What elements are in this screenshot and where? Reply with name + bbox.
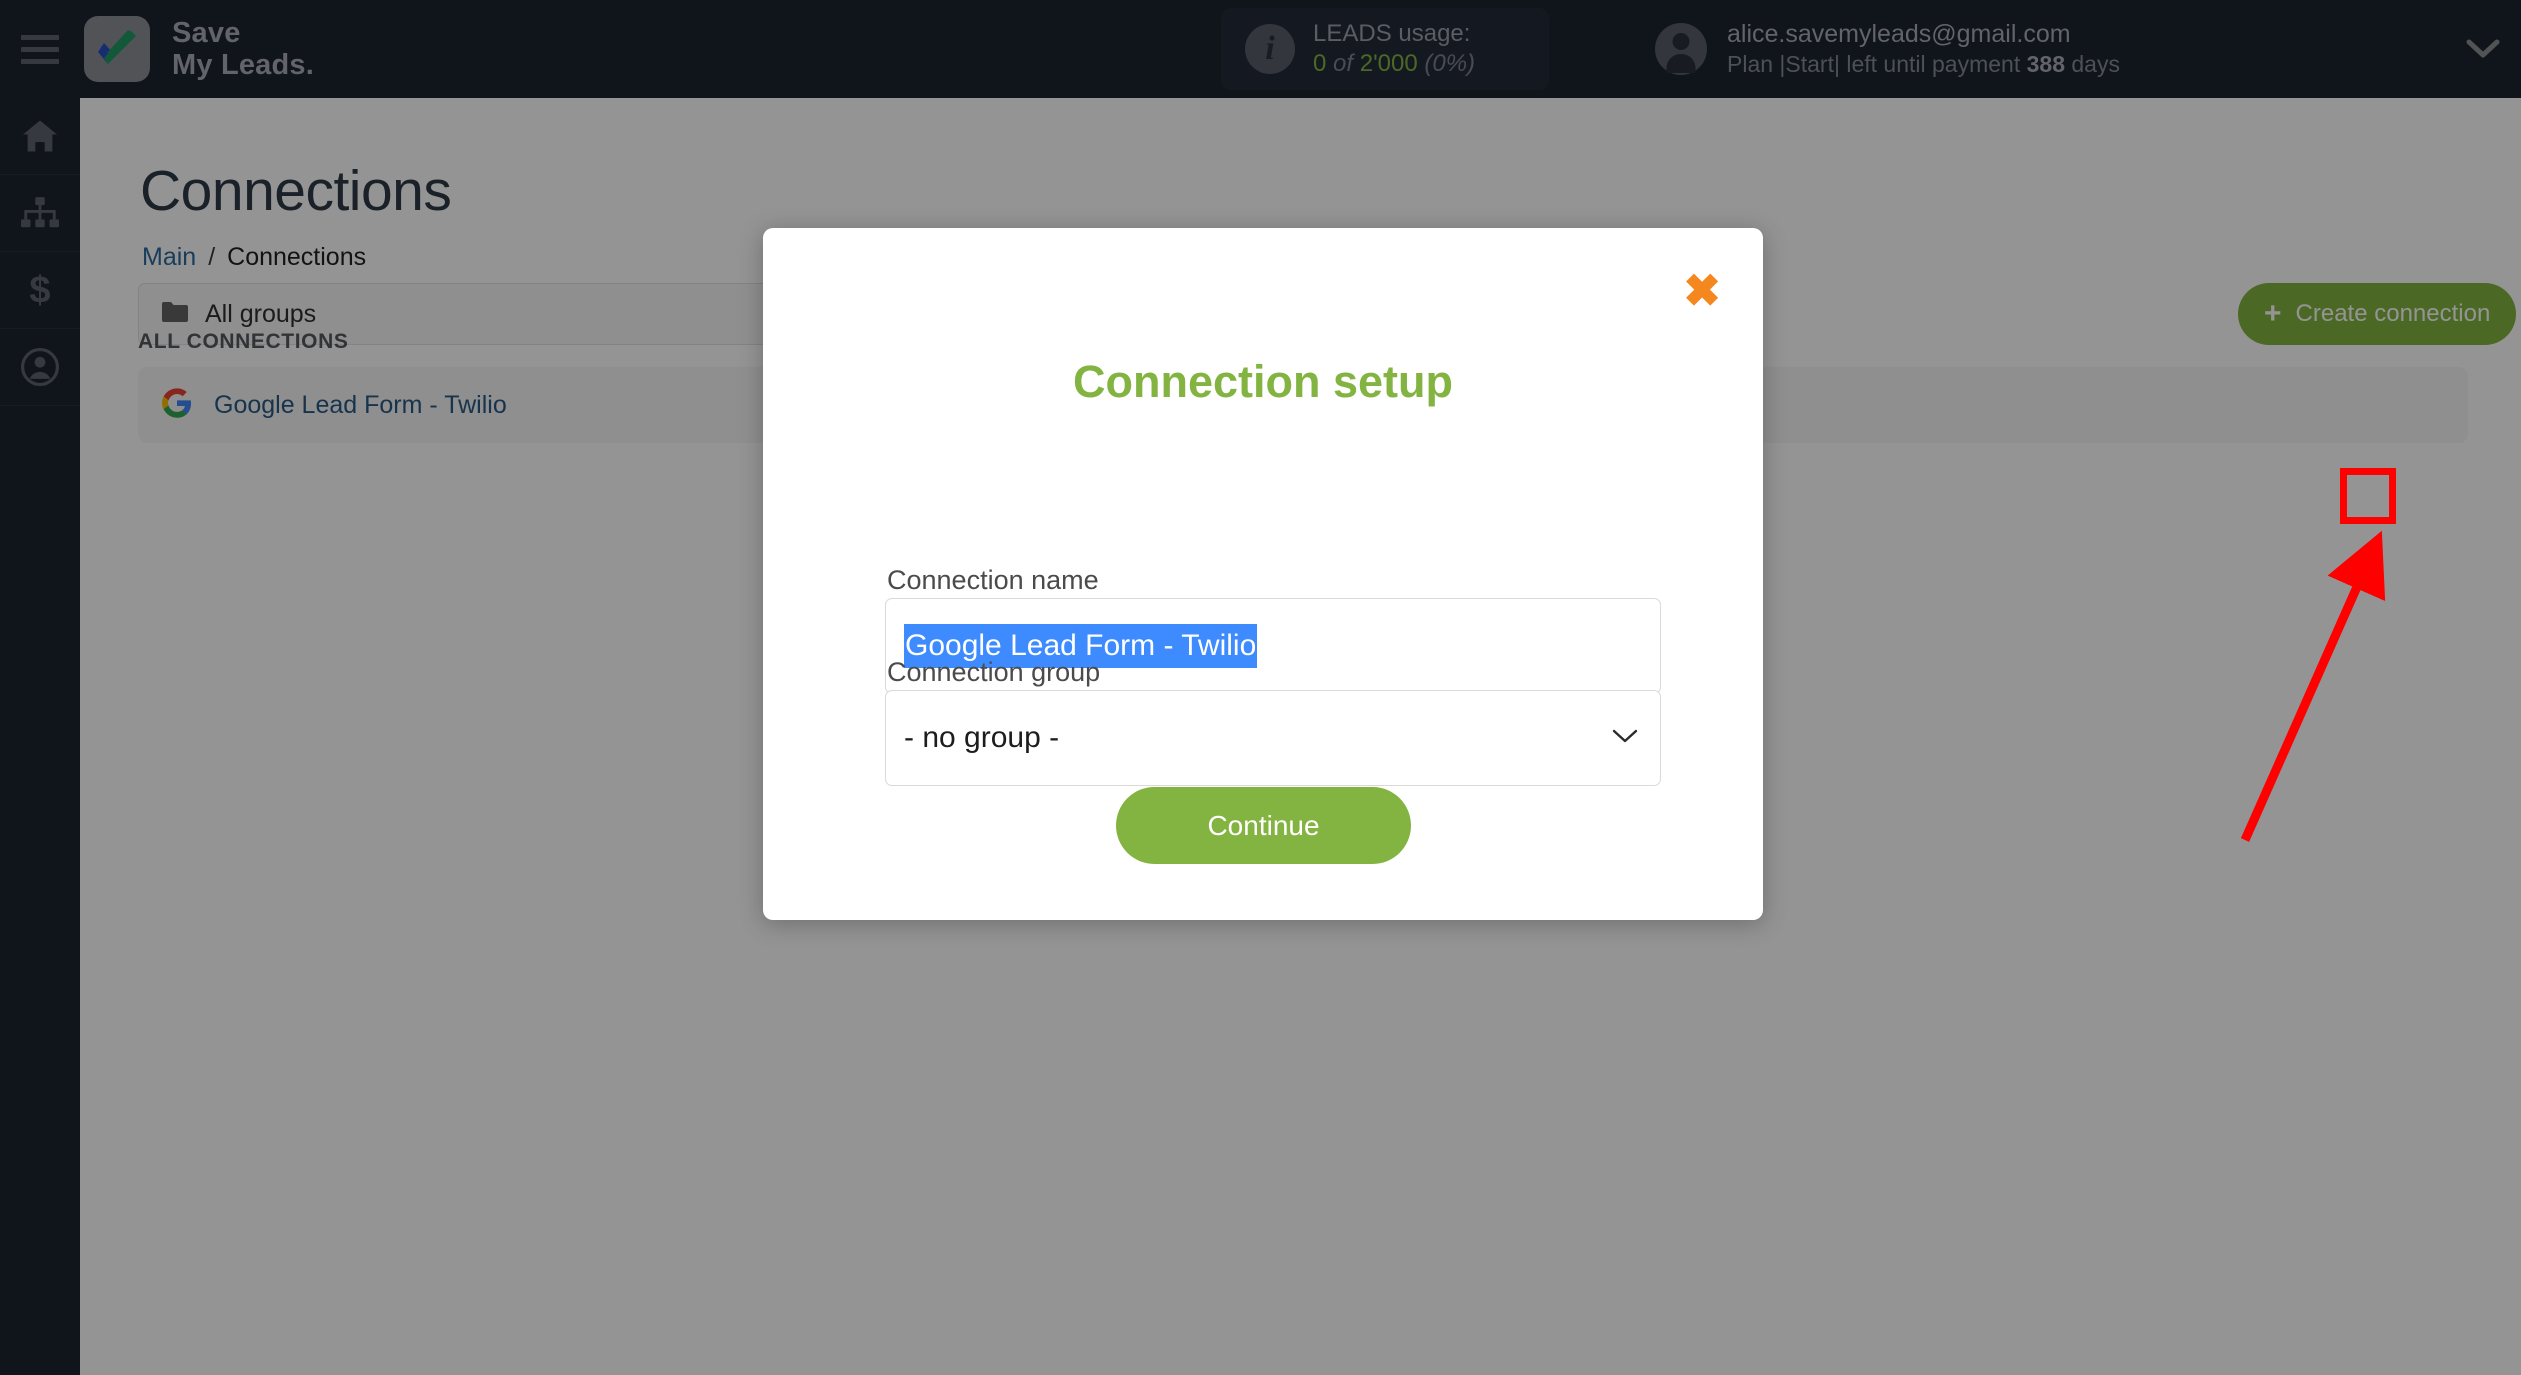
chevron-down-icon	[1612, 728, 1638, 749]
connection-setup-modal: ✖ Connection setup Connection name Googl…	[763, 228, 1763, 920]
connection-group-select[interactable]: - no group -	[885, 690, 1661, 786]
connection-group-value: - no group -	[904, 721, 1060, 754]
connection-name-label: Connection name	[887, 565, 1099, 595]
modal-title: Connection setup	[1073, 356, 1453, 407]
connection-group-label: Connection group	[887, 657, 1101, 687]
close-icon[interactable]: ✖	[1683, 268, 1721, 313]
continue-button[interactable]: Continue	[1116, 787, 1411, 864]
continue-label: Continue	[1207, 809, 1320, 841]
